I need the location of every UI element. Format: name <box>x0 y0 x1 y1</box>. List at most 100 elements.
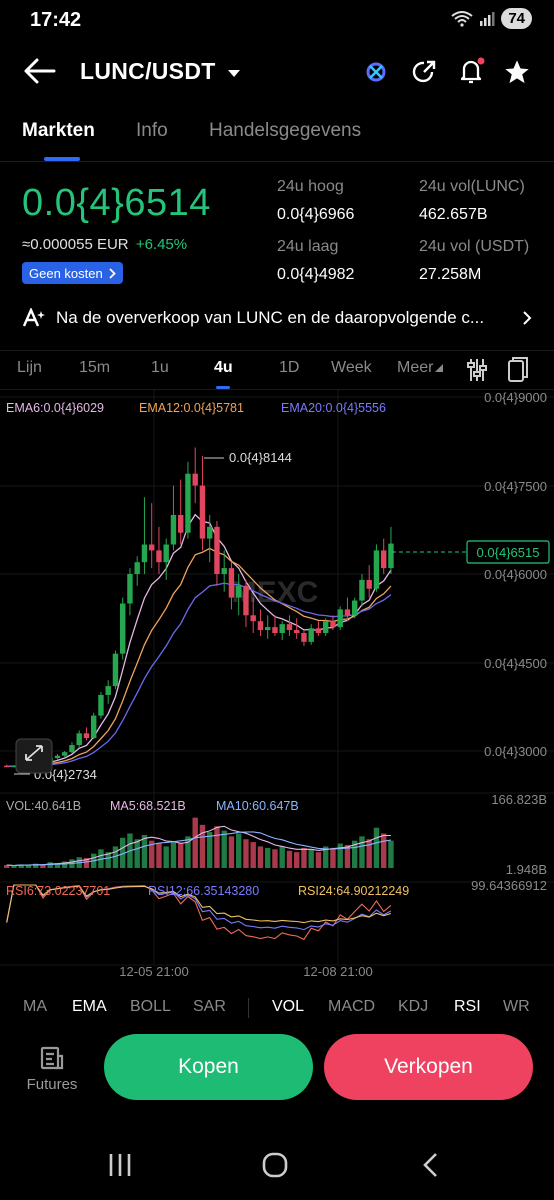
volume-bar <box>250 842 256 868</box>
market-tabs: Markten Info Handelsgegevens <box>0 112 554 162</box>
candle-body <box>359 579 365 601</box>
eur-price-line: ≈0.000055 EUR +6.45% <box>22 236 187 253</box>
ind-macd[interactable]: MACD <box>328 998 375 1016</box>
rsi6-legend: RSI6:73.02237701 <box>6 884 110 898</box>
price-change: +6.45% <box>135 236 188 253</box>
candle-body <box>272 627 278 633</box>
candle-body <box>185 473 191 533</box>
vol-legend: VOL:40.641B <box>6 799 81 813</box>
tab-info[interactable]: Info <box>136 120 168 142</box>
back-nav-icon[interactable] <box>420 1152 440 1178</box>
candle-body <box>344 609 351 616</box>
share-icon[interactable] <box>410 58 438 86</box>
volume-bar <box>286 850 293 868</box>
volume-bar <box>214 826 220 868</box>
low-label: 24u laag <box>277 238 339 255</box>
candle-body <box>69 745 75 753</box>
tf-week[interactable]: Week <box>331 359 372 377</box>
volume-bar <box>330 847 336 868</box>
volume-bar <box>207 832 213 868</box>
vol-min-label: 1.948B <box>506 862 547 877</box>
candle-body <box>170 515 177 545</box>
candle-body <box>250 615 256 622</box>
y-tick-6000: 0.0{4}6000 <box>484 567 547 582</box>
tf-lijn[interactable]: Lijn <box>17 359 42 377</box>
tab-markten[interactable]: Markten <box>22 120 95 142</box>
candle-body <box>366 579 372 589</box>
tf-meer[interactable]: Meer <box>397 359 444 377</box>
ema-line-6 <box>6 513 392 767</box>
sell-button[interactable]: Verkopen <box>324 1034 533 1100</box>
news-banner[interactable]: Na de oververkoop van LUNC en de daaropv… <box>22 302 532 334</box>
candle-body <box>243 585 249 616</box>
rsi24-legend: RSI24:64.90212249 <box>298 884 409 898</box>
volume-bar <box>47 862 53 868</box>
candlestick-chart-svg[interactable]: MEXC EMA6:0.0{4}6029 EMA12:0.0{4}5781 EM… <box>0 390 554 990</box>
y-tick-9000: 0.0{4}9000 <box>484 390 547 405</box>
ind-ema[interactable]: EMA <box>72 998 107 1016</box>
indicator-bar: MA EMA BOLL SAR VOL MACD KDJ RSI WR <box>0 992 554 1024</box>
candle-body <box>178 515 184 533</box>
tf-1u[interactable]: 1u <box>151 359 169 377</box>
candle-body <box>127 574 133 604</box>
ai-news-icon <box>22 308 45 327</box>
volume-bar <box>366 839 372 868</box>
ind-boll[interactable]: BOLL <box>130 998 171 1016</box>
volume-bar <box>308 849 314 868</box>
notification-bell-icon[interactable] <box>457 56 487 86</box>
candle-body <box>315 628 322 633</box>
candle-body <box>62 752 68 756</box>
ma10-legend: MA10:60.647B <box>216 799 299 813</box>
tab-handelsgegevens[interactable]: Handelsgegevens <box>209 120 361 142</box>
price-chart[interactable]: MEXC EMA6:0.0{4}6029 EMA12:0.0{4}5781 EM… <box>0 390 554 990</box>
high-value: 0.0{4}6966 <box>277 206 355 223</box>
tf-15m[interactable]: 15m <box>79 359 110 377</box>
buy-button[interactable]: Kopen <box>104 1034 313 1100</box>
candle-body <box>323 621 329 633</box>
ind-sar[interactable]: SAR <box>193 998 226 1016</box>
tf-1d[interactable]: 1D <box>279 359 299 377</box>
candle-body <box>76 733 82 746</box>
futures-button[interactable]: Futures <box>22 1044 82 1093</box>
futures-label: Futures <box>26 1076 78 1093</box>
pair-selector[interactable]: LUNC/USDT <box>80 58 242 85</box>
status-bar: 17:42 74 <box>0 0 554 44</box>
no-fees-badge[interactable]: Geen kosten <box>22 262 123 284</box>
candle-body <box>149 544 155 551</box>
volume-bar <box>134 839 140 868</box>
ind-wr[interactable]: WR <box>503 998 530 1016</box>
home-icon[interactable] <box>261 1152 289 1178</box>
candle-body <box>308 628 314 642</box>
high-label: 24u hoog <box>277 178 344 195</box>
ind-vol[interactable]: VOL <box>272 998 304 1016</box>
volume-bar <box>170 842 177 868</box>
tf-4u[interactable]: 4u <box>214 359 233 377</box>
last-price: 0.0{4}6514 <box>22 182 211 224</box>
caret-icon <box>435 364 444 372</box>
candle-body <box>120 603 126 654</box>
candle-body <box>388 543 394 569</box>
hedge-tool-icon[interactable] <box>362 58 390 86</box>
vol-usdt-label: 24u vol (USDT) <box>419 238 530 255</box>
fullscreen-icon[interactable] <box>15 738 53 774</box>
chart-mode-icon[interactable] <box>507 356 529 384</box>
ind-rsi[interactable]: RSI <box>454 998 481 1016</box>
candle-body <box>163 544 169 563</box>
candle-body <box>279 624 285 633</box>
candle-body <box>221 568 227 574</box>
pair-title: LUNC/USDT <box>80 58 216 84</box>
candle-body <box>207 526 213 539</box>
max-annotation: 0.0{4}8144 <box>229 450 292 465</box>
back-arrow-icon[interactable] <box>24 58 56 84</box>
volume-bar <box>257 846 264 868</box>
ind-kdj[interactable]: KDJ <box>398 998 428 1016</box>
volume-bars <box>4 817 394 868</box>
volume-bar <box>373 827 380 868</box>
favorite-star-icon[interactable] <box>503 58 531 86</box>
ema20-legend: EMA20:0.0{4}5556 <box>281 401 386 415</box>
ind-ma[interactable]: MA <box>23 998 47 1016</box>
indicator-settings-icon[interactable] <box>466 357 488 383</box>
recent-apps-icon[interactable] <box>106 1152 134 1178</box>
volume-bar <box>192 817 198 868</box>
volume-bar <box>199 824 206 868</box>
